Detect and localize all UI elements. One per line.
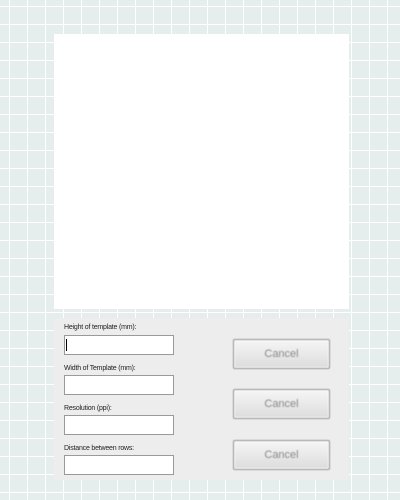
width-input[interactable] bbox=[64, 375, 174, 395]
cancel-button-2[interactable]: Cancel bbox=[233, 389, 330, 419]
width-label: Width of Template (mm): bbox=[64, 365, 136, 372]
text-caret bbox=[66, 339, 67, 351]
height-input[interactable] bbox=[64, 335, 174, 355]
distance-input[interactable] bbox=[64, 455, 174, 475]
resolution-label: Resolution (ppi): bbox=[64, 405, 112, 412]
height-label: Height of template (mm): bbox=[64, 324, 137, 331]
distance-label: Distance between rows: bbox=[64, 445, 134, 452]
resolution-input[interactable] bbox=[64, 415, 174, 435]
cancel-button-1[interactable]: Cancel bbox=[233, 339, 330, 369]
settings-panel: Height of template (mm): Width of Templa… bbox=[54, 318, 349, 480]
template-preview-canvas bbox=[54, 34, 349, 309]
cancel-button-3[interactable]: Cancel bbox=[233, 440, 330, 470]
